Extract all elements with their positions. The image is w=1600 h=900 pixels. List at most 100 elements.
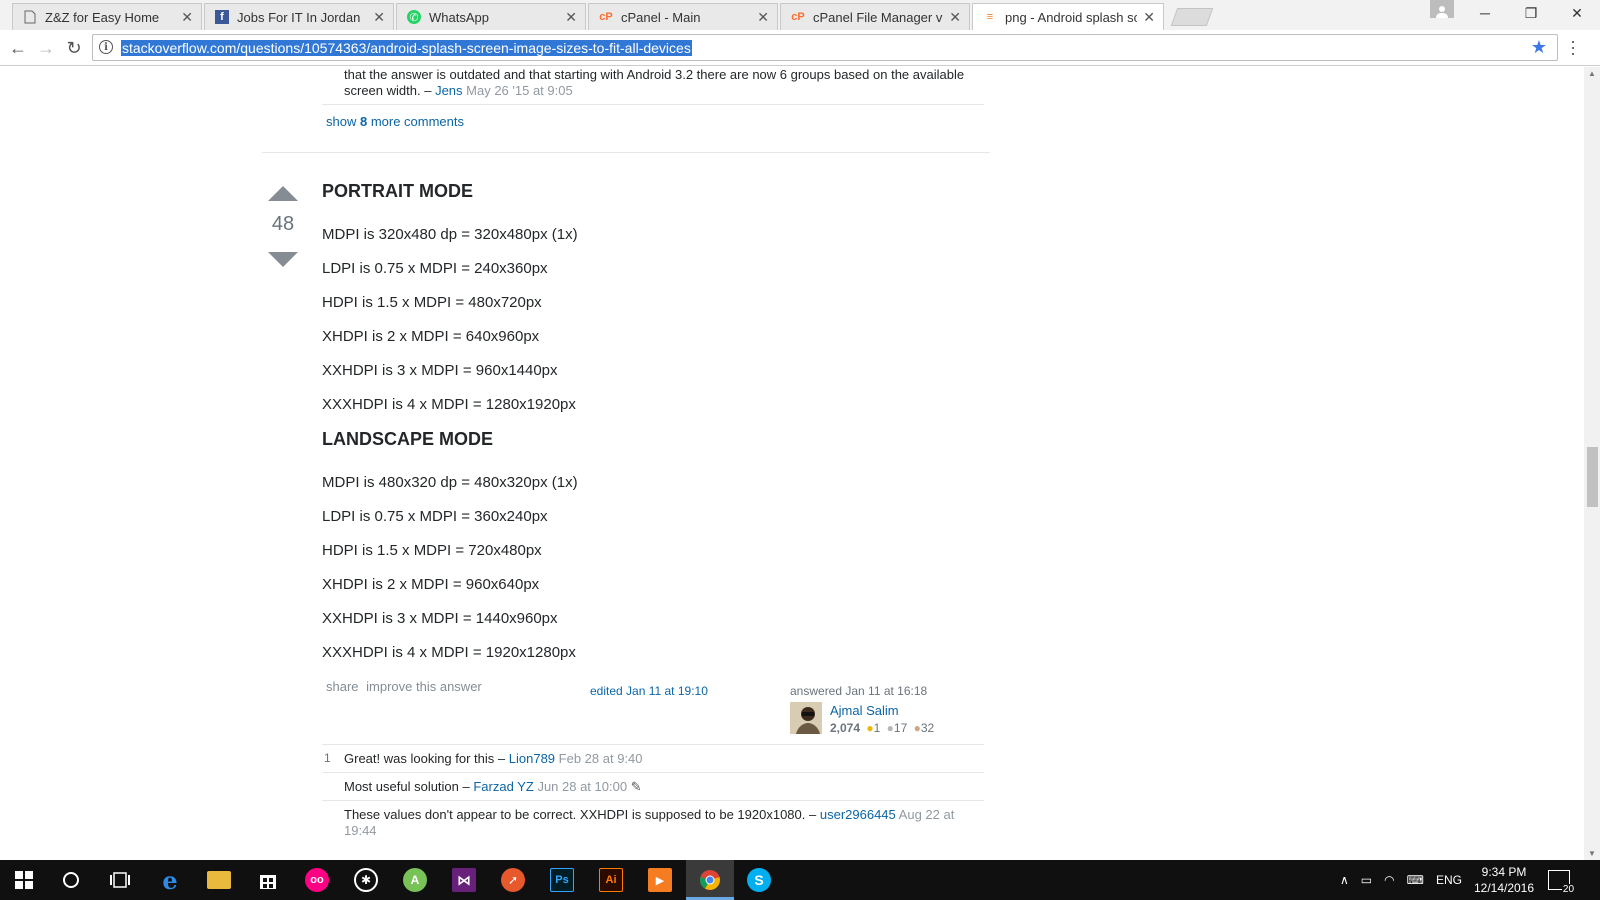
close-icon[interactable]: ✕ [373, 9, 385, 26]
notification-count: 20 [1561, 884, 1576, 895]
scroll-down-arrow-icon[interactable]: ▼ [1588, 849, 1596, 858]
tab-jobs-jordan[interactable]: f Jobs For IT In Jordan ✕ [204, 3, 394, 30]
scroll-up-arrow-icon[interactable]: ▲ [1588, 69, 1596, 78]
task-view-icon[interactable] [108, 868, 132, 892]
search-icon[interactable] [59, 868, 83, 892]
file-explorer-icon[interactable] [207, 871, 231, 889]
chrome-icon[interactable] [698, 868, 722, 892]
tab-title: cPanel File Manager v3 [813, 9, 944, 25]
page-scrollbar[interactable]: ▲ ▼ [1584, 67, 1600, 860]
tab-whatsapp[interactable]: ✆ WhatsApp ✕ [396, 3, 586, 30]
comment-score: 1 [324, 751, 331, 765]
chevron-up-icon[interactable]: ∧ [1340, 873, 1349, 887]
comment: Great! was looking for this – Lion789 Fe… [344, 751, 643, 767]
media-player-icon[interactable]: ▶ [648, 868, 672, 892]
close-icon[interactable]: ✕ [1143, 9, 1155, 26]
illustrator-icon[interactable]: Ai [599, 868, 623, 892]
reload-icon[interactable]: ↻ [62, 36, 86, 60]
wifi-icon[interactable]: ◠ [1384, 873, 1394, 887]
tab-title: png - Android splash scr [1005, 9, 1138, 25]
battery-icon[interactable]: ▭ [1361, 873, 1372, 887]
comment-text: that the answer is outdated and that sta… [344, 67, 964, 99]
android-studio-icon[interactable]: A [403, 868, 427, 892]
portrait-line: XXXHDPI is 4 x MDPI = 1280x1920px [322, 396, 576, 413]
forward-arrow-icon[interactable]: → [34, 36, 58, 60]
share-link[interactable]: share [326, 679, 359, 694]
comment-user-link[interactable]: Jens [435, 83, 462, 98]
rocket-app-icon[interactable]: ➚ [501, 868, 525, 892]
visual-studio-icon[interactable]: ⋈ [452, 868, 476, 892]
divider [322, 800, 984, 801]
comment-line: that the answer is outdated and that sta… [344, 67, 965, 82]
answered-date: answered Jan 11 at 16:18 [790, 684, 928, 698]
edited-link[interactable]: edited Jan 11 at 19:10 [590, 684, 708, 698]
portrait-line: MDPI is 320x480 dp = 320x480px (1x) [322, 226, 578, 243]
tab-cpanel-file-manager[interactable]: cP cPanel File Manager v3 ✕ [780, 3, 970, 30]
answer-divider [262, 152, 990, 153]
system-tray: ∧ ▭ ◠ ⌨ ENG 9:34 PM 12/14/2016 20 [1340, 860, 1576, 900]
bronze-badge-count: 32 [920, 721, 935, 735]
taskbar: e oo ✱ A ⋈ ➚ Ps Ai ▶ S ∧ ▭ ◠ ⌨ ENG 9:34 … [0, 860, 1600, 900]
url-text[interactable]: stackoverflow.com/questions/10574363/and… [121, 40, 692, 56]
info-icon[interactable]: i [99, 40, 113, 54]
language-indicator[interactable]: ENG [1436, 873, 1462, 887]
landscape-line: HDPI is 1.5 x MDPI = 720x480px [322, 542, 542, 559]
keyboard-icon[interactable]: ⌨ [1407, 873, 1424, 887]
profile-icon[interactable] [1430, 0, 1454, 18]
comment-user-link[interactable]: Lion789 [509, 751, 555, 766]
minimize-button[interactable]: ─ [1462, 0, 1508, 26]
author-link[interactable]: Ajmal Salim [830, 703, 899, 718]
comment-date: May 26 '15 at 9:05 [466, 83, 573, 98]
network-app-icon[interactable]: ✱ [354, 868, 378, 892]
user-reputation: 2,074 ●1 ●17 ●32 [830, 721, 934, 735]
close-icon[interactable]: ✕ [949, 9, 961, 26]
tab-zz-easy-home[interactable]: Z&Z for Easy Home ✕ [12, 3, 202, 30]
improve-answer-link[interactable]: improve this answer [366, 679, 482, 694]
cpanel-icon: cP [599, 11, 613, 23]
windows-start-icon[interactable] [12, 868, 36, 892]
comment-user-link[interactable]: Farzad YZ [473, 779, 533, 794]
address-bar[interactable]: i stackoverflow.com/questions/10574363/a… [92, 34, 1558, 61]
menu-dots-icon[interactable]: · · · [1570, 32, 1576, 62]
close-icon[interactable]: ✕ [565, 9, 577, 26]
comment-date: Jun 28 at 10:00 [537, 779, 628, 794]
show-more-comments-link[interactable]: show 8 more comments [326, 114, 464, 129]
landscape-line: XXHDPI is 3 x MDPI = 1440x960px [322, 610, 558, 627]
avatar[interactable] [790, 702, 822, 734]
tab-stackoverflow[interactable]: ≡ png - Android splash scr ✕ [972, 3, 1164, 30]
reputation-score: 2,074 [830, 721, 861, 735]
back-arrow-icon[interactable]: ← [6, 36, 30, 60]
tab-cpanel-main[interactable]: cP cPanel - Main ✕ [588, 3, 778, 30]
vote-count: 48 [271, 213, 295, 235]
bookmark-star-icon[interactable]: ★ [1531, 37, 1547, 58]
flickr-app-icon[interactable]: oo [305, 868, 329, 892]
portrait-line: HDPI is 1.5 x MDPI = 480x720px [322, 294, 542, 311]
close-icon[interactable]: ✕ [757, 9, 769, 26]
skype-icon[interactable]: S [747, 868, 771, 892]
notification-center-icon[interactable]: 20 [1548, 870, 1576, 895]
photoshop-icon[interactable]: Ps [550, 868, 574, 892]
landscape-heading: LANDSCAPE MODE [322, 429, 494, 449]
upvote-arrow-icon[interactable] [268, 186, 298, 201]
new-tab-button[interactable] [1170, 8, 1214, 26]
comment-user-link[interactable]: user2966445 [820, 807, 896, 822]
clock[interactable]: 9:34 PM 12/14/2016 [1474, 864, 1534, 896]
tab-title: cPanel - Main [621, 9, 701, 25]
landscape-line: MDPI is 480x320 dp = 480x320px (1x) [322, 474, 578, 491]
store-icon[interactable] [256, 868, 280, 892]
page-content: that the answer is outdated and that sta… [0, 67, 1584, 860]
close-icon[interactable]: ✕ [181, 9, 193, 26]
scrollbar-thumb[interactable] [1587, 447, 1598, 507]
tab-title: Z&Z for Easy Home [45, 9, 160, 25]
clock-time: 9:34 PM [1481, 865, 1527, 879]
close-window-button[interactable]: ✕ [1554, 0, 1600, 26]
portrait-line: XHDPI is 2 x MDPI = 640x960px [322, 328, 540, 345]
landscape-line: XXXHDPI is 4 x MDPI = 1920x1280px [322, 644, 576, 661]
whatsapp-icon: ✆ [407, 10, 421, 24]
edge-browser-icon[interactable]: e [158, 866, 182, 895]
comment-text: Most useful solution – [344, 779, 470, 794]
portrait-line: XXHDPI is 3 x MDPI = 960x1440px [322, 362, 558, 379]
downvote-arrow-icon[interactable] [268, 252, 298, 267]
restore-button[interactable]: ❐ [1508, 0, 1554, 26]
facebook-icon: f [215, 10, 229, 24]
